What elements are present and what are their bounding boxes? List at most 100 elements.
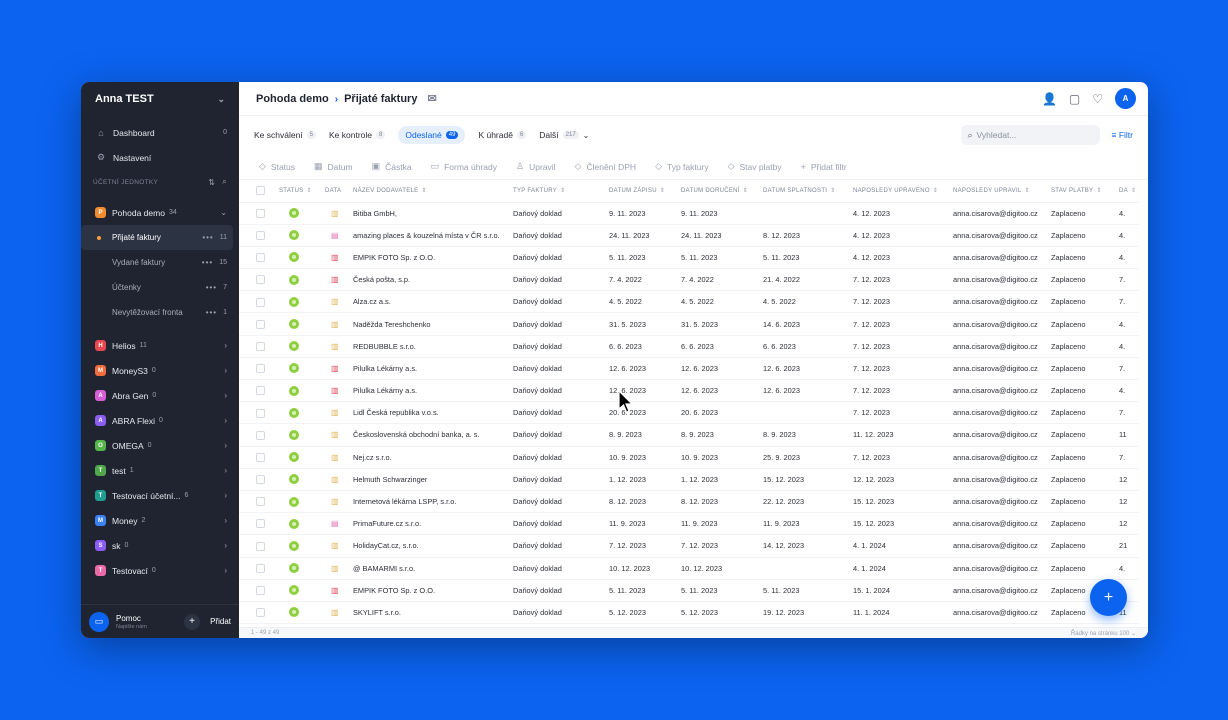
document-thumbnail-icon[interactable]: ▥ [331,541,339,550]
row-checkbox[interactable] [256,408,265,418]
sidebar-unit-5[interactable]: O OMEGA 0 › [81,433,239,458]
sidebar-subitem-3[interactable]: Nevytěžovací fronta ••• 1 [81,300,239,325]
sidebar-unit-9[interactable]: Ssk 0 › [81,533,239,558]
sidebar-item-settings[interactable]: ⚙ Nastavení [81,145,239,170]
mail-settings-icon[interactable]: ✉ [427,93,436,105]
search-icon[interactable]: ⌕ [222,177,227,187]
row-select[interactable] [239,357,276,381]
document-thumbnail-icon[interactable]: ▥ [331,475,339,484]
tab-2[interactable]: Odeslané 49 [398,126,466,144]
table-row[interactable]: ▥ Lidl Česká republika v.o.s. Daňový dokla… [239,401,1139,425]
sidebar-subitem-2[interactable]: Účtenky ••• 7 [81,275,239,300]
document-thumbnail-icon[interactable]: ▥ [331,430,339,439]
filter-chip-2[interactable]: ▣ Částka [372,161,412,172]
document-thumbnail-icon[interactable]: ▥ [331,275,339,284]
row-select[interactable] [239,534,276,558]
row-checkbox[interactable] [256,275,265,285]
row-data[interactable]: ▥ [322,401,350,425]
column-header-4[interactable]: DATUM ZÁPISU ⇕ [606,180,678,203]
row-data[interactable]: ▥ [322,290,350,314]
row-checkbox[interactable] [256,386,265,396]
row-select[interactable] [239,379,276,403]
table-row[interactable]: ▥ Internetová lékárna LSPP, s.r.o. Daňový … [239,490,1139,514]
table-row[interactable]: ▥ HolidayCat.cz, s.r.o. Daňový doklad 7. 12… [239,534,1139,558]
search-input[interactable]: ⌕ Vyhledat... [960,125,1100,145]
table-row[interactable]: ▥ EMPIK FOTO Sp. z O.O. Daňový doklad 5. 11… [239,246,1139,270]
column-header-7[interactable]: NAPOSLEDY UPRAVENO ⇕ [850,180,950,203]
row-checkbox[interactable] [256,608,265,618]
table-row[interactable]: ▥ Česká pošta, s.p. Daňový doklad 7. 4. 202… [239,268,1139,292]
row-data[interactable]: ▥ [322,446,350,469]
row-checkbox[interactable] [256,475,265,485]
row-data[interactable]: ▥ [322,557,350,580]
row-select[interactable] [239,268,276,292]
column-header-2[interactable]: NÁZEV DODAVATELE ⇕ [350,180,510,203]
sidebar-unit-7[interactable]: T Testovací účetní... 6 › [81,483,239,508]
notification-bulb-icon[interactable]: ♡ [1092,92,1103,106]
column-header-10[interactable]: DA⇕⋮ [1116,180,1139,203]
row-data[interactable]: ▤ [322,512,350,536]
more-icon[interactable]: ••• [202,258,213,267]
select-all-checkbox[interactable] [256,186,265,196]
add-invoice-fab[interactable]: + [1090,579,1127,616]
row-checkbox[interactable] [256,430,265,440]
document-thumbnail-icon[interactable]: ▥ [331,386,339,395]
document-thumbnail-icon[interactable]: ▤ [331,519,339,528]
column-header-3[interactable]: TYP FAKTURY ⇕ [510,180,606,203]
table-row[interactable]: ▤ PrimaFuture.cz s.r.o. Daňový doklad 11. 9… [239,512,1139,536]
row-select[interactable] [239,401,276,425]
sidebar-unit-6[interactable]: Ttest 1 › [81,458,239,483]
rows-per-page[interactable]: Řádky na stránku 100 ⌄ [1071,630,1136,637]
column-header-5[interactable]: DATUM DORUČENÍ ⇕ [678,180,760,203]
breadcrumb-unit[interactable]: Pohoda demo [256,93,329,105]
row-checkbox[interactable] [256,586,265,596]
sidebar-unit-2[interactable]: M MoneyS3 0 › [81,358,239,383]
row-select[interactable] [239,335,276,358]
document-thumbnail-icon[interactable]: ▥ [331,320,339,329]
table-row[interactable]: ▥ REDBUBBLE s.r.o. Daňový doklad 6. 6. 2023… [239,335,1139,358]
row-checkbox[interactable] [256,319,265,329]
column-header-0[interactable]: STATUS ⇕ [276,180,322,203]
table-row[interactable]: ▥ Pilulka Lékárny a.s. Daňový doklad 12. 6.… [239,379,1139,403]
sidebar-unit-10[interactable]: T Testovací 0 › [81,558,239,583]
row-data[interactable]: ▥ [322,335,350,358]
help-chat-icon[interactable]: ▭ [89,611,109,632]
table-row[interactable]: ▥ @ BAMARMI s.r.o. Daňový doklad 10. 12. 20… [239,557,1139,580]
filter-chip-6[interactable]: ◇ Typ faktury [655,161,709,172]
table-row[interactable]: ▥ Československá obchodní banka, a. s. Daň… [239,423,1139,447]
row-checkbox[interactable] [256,253,265,263]
help-button[interactable]: Pomoc Napište nám [116,614,184,630]
filter-chip-4[interactable]: ♙ Upravil [516,161,556,172]
table-row[interactable]: ▥ Pilulka Lékárny a.s. Daňový doklad 12. 6.… [239,357,1139,381]
row-select[interactable] [239,468,276,491]
row-data[interactable]: ▥ [322,312,350,336]
tab-3[interactable]: K úhradě 6 [478,130,527,140]
table-row[interactable]: ▥ Naděžda Tereshchenko Daňový doklad 31. 5.… [239,312,1139,336]
document-thumbnail-icon[interactable]: ▥ [331,342,339,351]
row-select[interactable] [239,579,276,602]
table-row[interactable]: ▥ SKYLIFT s.r.o. Daňový doklad 5. 12. 2023 5… [239,601,1139,625]
row-checkbox[interactable] [256,563,265,573]
document-thumbnail-icon[interactable]: ▥ [331,608,339,617]
row-select[interactable] [239,601,276,625]
row-select[interactable] [239,557,276,580]
avatar[interactable]: A [1115,88,1136,109]
document-thumbnail-icon[interactable]: ▥ [331,297,339,306]
filter-chip-5[interactable]: ◇ Členění DPH [575,161,637,172]
row-select[interactable] [239,512,276,536]
row-select[interactable] [239,202,276,225]
row-checkbox[interactable] [256,297,265,307]
more-icon[interactable]: ••• [206,283,217,292]
filter-chip-3[interactable]: ▭ Forma úhrady [431,161,497,172]
row-select[interactable] [239,446,276,469]
row-select[interactable] [239,312,276,336]
filter-chip-1[interactable]: ▦ Datum [314,161,353,172]
row-checkbox[interactable] [256,208,265,218]
column-header-1[interactable]: DATA [322,180,350,203]
user-menu[interactable]: Anna TEST ⌄ [81,82,239,116]
document-thumbnail-icon[interactable]: ▤ [331,231,339,240]
table-row[interactable]: ▤ amazing places & kouzelná místa v ČR s.… [239,224,1139,247]
document-thumbnail-icon[interactable]: ▥ [331,253,339,262]
table-row[interactable]: ▥ EMPIK FOTO Sp. z O.O. Daňový doklad 5. 11… [239,579,1139,602]
table-row[interactable]: ▥ Nej.cz s.r.o. Daňový doklad 10. 9. 2023 10… [239,446,1139,469]
